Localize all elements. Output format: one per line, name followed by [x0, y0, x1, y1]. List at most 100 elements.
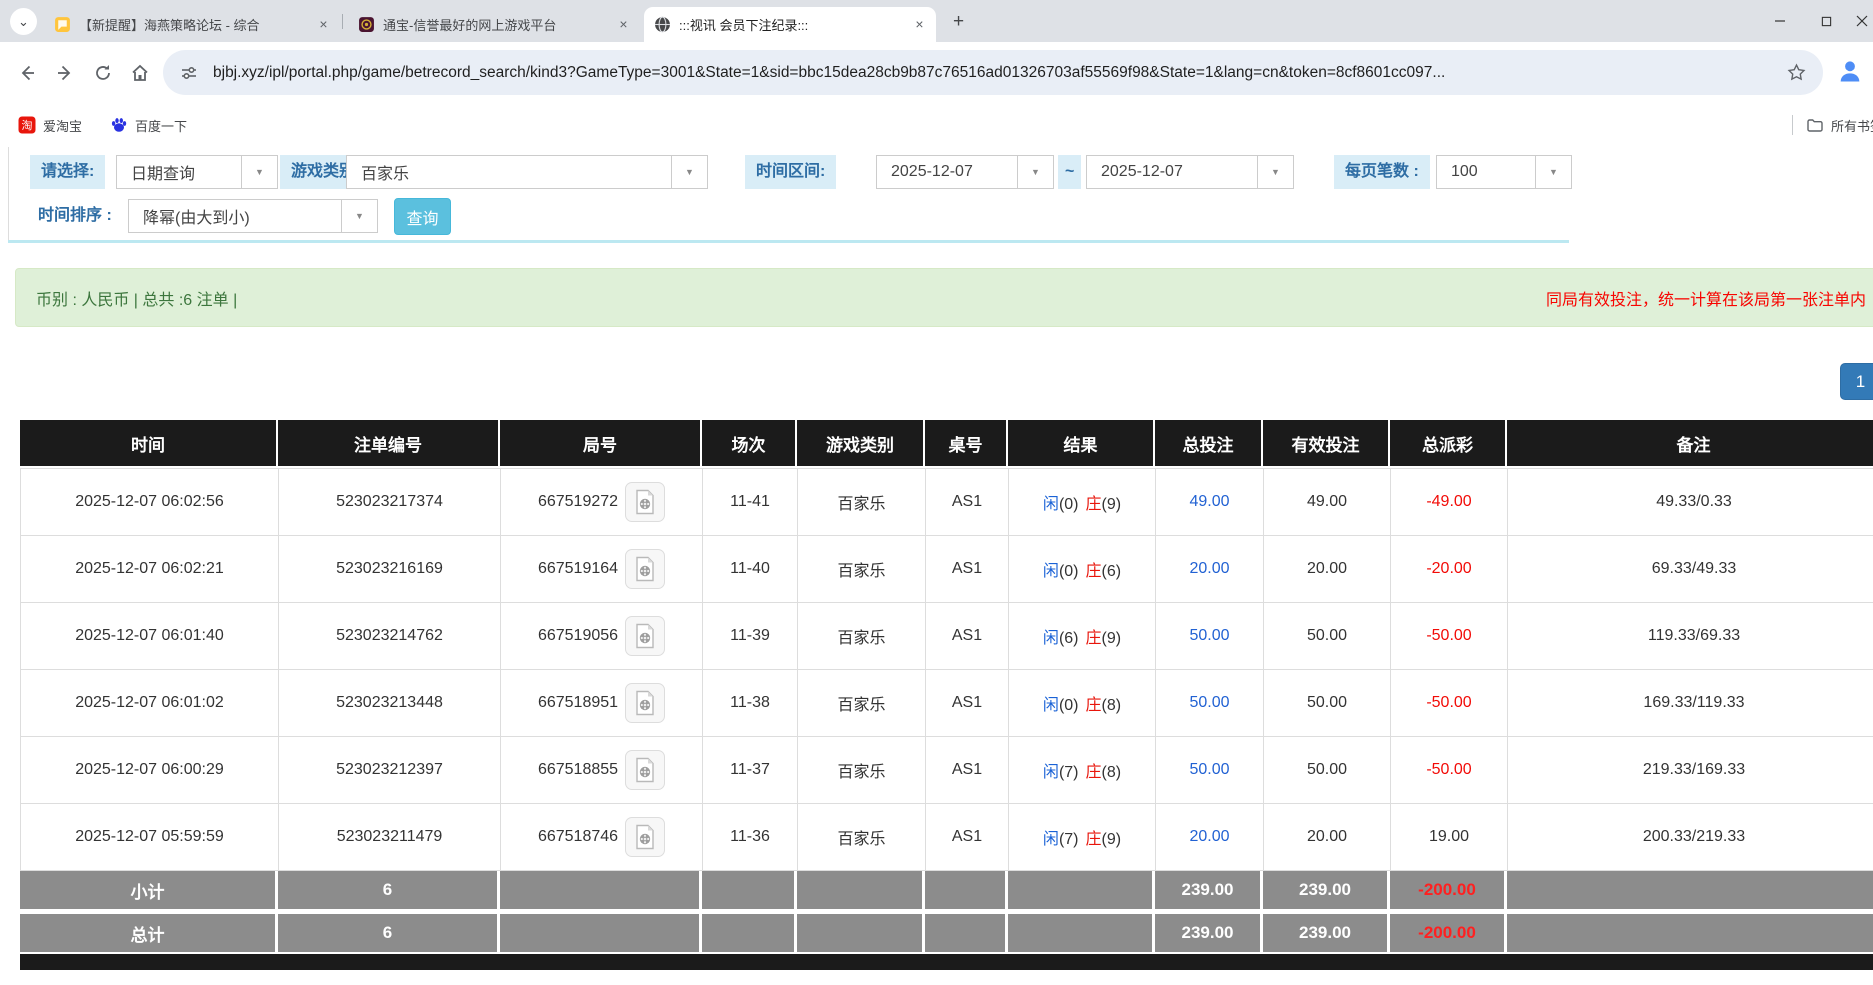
bookmark-baidu[interactable]: 百度一下: [110, 113, 187, 137]
table-row: 2025-12-07 06:01:40523023214762667519056…: [21, 603, 1873, 670]
round-replay-button[interactable]: [625, 616, 665, 656]
subtotal-row-cell: 6: [278, 871, 500, 909]
chevron-down-icon[interactable]: ▼: [671, 156, 707, 188]
chevron-down-icon[interactable]: ▼: [1257, 156, 1293, 188]
query-type-select[interactable]: 日期查询 ▼: [116, 155, 278, 189]
cell-total-bet[interactable]: 50.00: [1156, 670, 1264, 736]
cell-payout: 19.00: [1391, 804, 1508, 870]
home-icon[interactable]: [127, 60, 153, 86]
table-row: 2025-12-07 05:59:59523023211479667518746…: [21, 804, 1873, 871]
total-row-cell: [797, 914, 925, 952]
cell-valid-bet: 49.00: [1264, 469, 1391, 535]
bookmark-aitaobao[interactable]: 淘 爱淘宝: [18, 113, 82, 137]
banker-result: 庄: [1086, 496, 1102, 513]
round-replay-button[interactable]: [625, 683, 665, 723]
chevron-down-icon[interactable]: ▼: [1017, 156, 1053, 188]
cell-note: 219.33/169.33: [1508, 737, 1873, 803]
tab-title: :::视讯 会员下注纪录:::: [679, 15, 905, 34]
cell-note: 169.33/119.33: [1508, 670, 1873, 736]
window-close-button[interactable]: [1839, 0, 1873, 42]
subtotal-row-cell: 小计: [20, 871, 278, 909]
column-header: 桌号: [925, 420, 1008, 466]
tab-title: 通宝-信誉最好的网上游戏平台: [383, 15, 609, 34]
filter-panel-bottom-border: [8, 240, 1569, 243]
page-size-label: 每页笔数 :: [1334, 155, 1430, 189]
taobao-icon: 淘: [18, 116, 36, 134]
cell-valid-bet: 20.00: [1264, 536, 1391, 602]
date-from-select[interactable]: 2025-12-07 ▼: [876, 155, 1054, 189]
cell-round-id: 667518951: [501, 670, 703, 736]
page-size-select[interactable]: 100 ▼: [1436, 155, 1572, 189]
forward-icon[interactable]: [52, 60, 78, 86]
video-replay-icon: [634, 489, 656, 515]
cell-payout: -50.00: [1391, 603, 1508, 669]
column-header: 有效投注: [1263, 420, 1390, 466]
all-bookmarks-label: 所有书签: [1831, 116, 1873, 135]
tab-close-icon[interactable]: ×: [911, 16, 928, 33]
bookmarks-bar: 淘 爱淘宝 百度一下 所有书签: [0, 104, 1873, 145]
column-header: 备注: [1507, 420, 1873, 466]
round-replay-button[interactable]: [625, 549, 665, 589]
cell-total-bet[interactable]: 49.00: [1156, 469, 1264, 535]
date-to-select[interactable]: 2025-12-07 ▼: [1086, 155, 1294, 189]
cell-valid-bet: 50.00: [1264, 670, 1391, 736]
cell-total-bet[interactable]: 20.00: [1156, 804, 1264, 870]
back-icon[interactable]: [14, 60, 40, 86]
cell-result: 闲(7)庄(8): [1009, 737, 1156, 803]
table-row: 2025-12-07 06:00:29523023212397667518855…: [21, 737, 1873, 804]
cell-session: 11-39: [703, 603, 798, 669]
tab-1[interactable]: 【新提醒】海燕策略论坛 - 综合 ×: [44, 7, 340, 42]
tab-close-icon[interactable]: ×: [615, 16, 632, 33]
cell-total-bet[interactable]: 50.00: [1156, 737, 1264, 803]
cell-bet-id: 523023211479: [279, 804, 501, 870]
date-range-label: 时间区间:: [745, 155, 836, 189]
tab-3-active[interactable]: :::视讯 会员下注纪录::: ×: [644, 7, 936, 42]
cell-time: 2025-12-07 05:59:59: [21, 804, 279, 870]
round-replay-button[interactable]: [625, 482, 665, 522]
tab-2[interactable]: 通宝-信誉最好的网上游戏平台 ×: [348, 7, 640, 42]
sort-select[interactable]: 降幂(由大到小) ▼: [128, 199, 378, 233]
round-replay-button[interactable]: [625, 817, 665, 857]
chevron-down-icon[interactable]: ▼: [1535, 156, 1571, 188]
chevron-down-icon[interactable]: ▼: [341, 200, 377, 232]
svg-text:淘: 淘: [22, 119, 33, 132]
window-minimize-button[interactable]: [1757, 0, 1803, 42]
summary-note: 同局有效投注，统一计算在该局第一张注单内: [1546, 286, 1866, 310]
url-text[interactable]: bjbj.xyz/ipl/portal.php/game/betrecord_s…: [213, 64, 1786, 82]
all-bookmarks-button[interactable]: 所有书签: [1806, 113, 1873, 137]
cell-total-bet[interactable]: 50.00: [1156, 603, 1264, 669]
cell-game-type: 百家乐: [798, 670, 926, 736]
cell-time: 2025-12-07 06:02:56: [21, 469, 279, 535]
tab-search-chevron-icon[interactable]: ⌄: [10, 8, 37, 35]
cell-game-type: 百家乐: [798, 804, 926, 870]
tab-close-icon[interactable]: ×: [315, 16, 332, 33]
cell-game-type: 百家乐: [798, 469, 926, 535]
reload-icon[interactable]: [90, 60, 116, 86]
bookmark-star-icon[interactable]: [1786, 62, 1807, 83]
bookmarks-divider: [1792, 115, 1793, 135]
game-type-select[interactable]: 百家乐 ▼: [346, 155, 708, 189]
query-type-value: 日期查询: [131, 160, 195, 184]
cell-bet-id: 523023213448: [279, 670, 501, 736]
cell-game-type: 百家乐: [798, 603, 926, 669]
cell-total-bet[interactable]: 20.00: [1156, 536, 1264, 602]
total-row-cell: [1008, 914, 1155, 952]
search-button[interactable]: 查询: [394, 198, 451, 235]
cell-result: 闲(0)庄(8): [1009, 670, 1156, 736]
new-tab-button[interactable]: +: [946, 9, 971, 34]
cell-session: 11-38: [703, 670, 798, 736]
player-result: 闲: [1043, 496, 1059, 513]
round-replay-button[interactable]: [625, 750, 665, 790]
player-result: 闲: [1043, 630, 1059, 647]
column-header: 总派彩: [1390, 420, 1507, 466]
site-settings-tune-icon[interactable]: [179, 63, 199, 83]
chevron-down-icon[interactable]: ▼: [241, 156, 277, 188]
address-bar[interactable]: bjbj.xyz/ipl/portal.php/game/betrecord_s…: [163, 50, 1823, 95]
date-from-value: 2025-12-07: [891, 163, 973, 181]
video-replay-icon: [634, 556, 656, 582]
pagination-page-1[interactable]: 1: [1840, 363, 1873, 400]
cell-result: 闲(0)庄(6): [1009, 536, 1156, 602]
profile-avatar-icon[interactable]: [1836, 57, 1864, 85]
column-header: 结果: [1008, 420, 1155, 466]
page-size-value: 100: [1451, 163, 1478, 181]
